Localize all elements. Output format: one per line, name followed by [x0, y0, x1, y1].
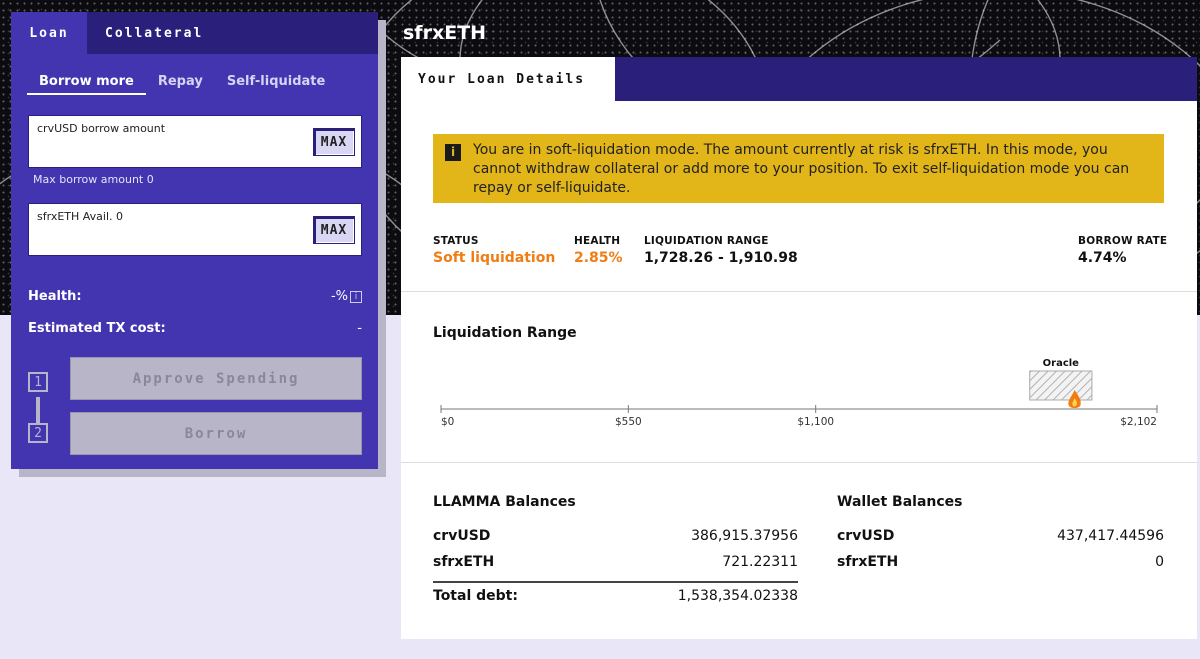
total-debt-label: Total debt: [433, 588, 518, 604]
subtab-self-liquidate[interactable]: Self-liquidate [215, 74, 338, 95]
wallet-sfrxeth-value: 0 [1155, 554, 1164, 570]
borrow-button[interactable]: Borrow [70, 412, 362, 455]
loan-details-card: i You are in soft-liquidation mode. The … [401, 101, 1197, 639]
loan-subtabs: Borrow more Repay Self-liquidate [11, 54, 378, 95]
stat-borrow-rate-label: BORROW RATE [1078, 235, 1168, 247]
wallet-balances-title: Wallet Balances [837, 494, 963, 510]
stat-health: HEALTH 2.85% [574, 235, 623, 266]
wallet-row-sfrxeth: sfrxETH 0 [837, 554, 1164, 570]
borrow-amount-input[interactable]: crvUSD borrow amount MAX [28, 115, 362, 168]
divider [401, 291, 1197, 292]
stat-liq-range-value: 1,728.26 - 1,910.98 [644, 250, 798, 266]
stat-status-value: Soft liquidation [433, 250, 556, 266]
stat-liq-range-label: LIQUIDATION RANGE [644, 235, 769, 247]
liquidation-range-title: Liquidation Range [433, 325, 577, 341]
stat-status-label: STATUS [433, 235, 479, 247]
collateral-amount-label: sfrxETH Avail. 0 [37, 210, 124, 223]
axis-tick-label: $2,102 [1120, 416, 1157, 428]
total-debt-row: Total debt: 1,538,354.02338 [433, 588, 798, 604]
info-icon[interactable]: i [350, 290, 362, 303]
llamma-balances-title: LLAMMA Balances [433, 494, 576, 510]
stat-status: STATUS Soft liquidation [433, 235, 555, 266]
step-1-indicator: 1 [28, 372, 48, 392]
stat-health-label: HEALTH [574, 235, 621, 247]
range-axis-ticks: $0 $550 $1,100 $2,102 [440, 405, 1158, 428]
subtab-repay[interactable]: Repay [146, 74, 215, 95]
stat-health-value: 2.85% [574, 250, 623, 266]
llamma-crvusd-label: crvUSD [433, 528, 491, 544]
llamma-sfrxeth-value: 721.22311 [722, 554, 798, 570]
tab-loan[interactable]: Loan [11, 12, 87, 54]
tab-your-loan-details[interactable]: Your Loan Details [401, 57, 615, 101]
oracle-label: Oracle [1043, 358, 1080, 369]
soft-liquidation-alert: i You are in soft-liquidation mode. The … [433, 134, 1164, 203]
alert-text: You are in soft-liquidation mode. The am… [473, 142, 1130, 196]
stat-liquidation-range: LIQUIDATION RANGE 1,728.26 - 1,910.98 [644, 235, 798, 266]
tx-cost-row: Estimated TX cost: - [28, 321, 362, 336]
subtab-borrow-more[interactable]: Borrow more [27, 74, 146, 95]
health-label: Health: [28, 289, 82, 304]
loan-form-panel: Loan Collateral Borrow more Repay Self-l… [11, 12, 378, 469]
llamma-row-sfrxeth: sfrxETH 721.22311 [433, 554, 798, 570]
borrow-amount-label: crvUSD borrow amount [37, 122, 166, 135]
asset-title: sfrxETH [403, 22, 487, 44]
collateral-amount-input[interactable]: sfrxETH Avail. 0 MAX [28, 203, 362, 256]
divider [401, 462, 1197, 463]
wallet-crvusd-value: 437,417.44596 [1057, 528, 1164, 544]
max-borrow-text: Max borrow amount 0 [33, 173, 154, 186]
wallet-row-crvusd: crvUSD 437,417.44596 [837, 528, 1164, 544]
tx-cost-value: - [357, 321, 362, 336]
approve-spending-button[interactable]: Approve Spending [70, 357, 362, 400]
liquidation-range-chart: Oracle $0 $550 $1,100 $2,102 [440, 358, 1158, 428]
tab-collateral[interactable]: Collateral [87, 12, 220, 54]
total-debt-value: 1,538,354.02338 [677, 588, 798, 604]
axis-tick-label: $1,100 [797, 416, 834, 428]
step-2-indicator: 2 [28, 423, 48, 443]
details-tabbar: Your Loan Details [401, 57, 1197, 101]
borrow-max-button[interactable]: MAX [313, 128, 355, 156]
main-tabs: Loan Collateral [11, 12, 378, 54]
collateral-max-button[interactable]: MAX [313, 216, 355, 244]
stat-borrow-rate-value: 4.74% [1078, 250, 1127, 266]
stat-borrow-rate: BORROW RATE 4.74% [1078, 235, 1167, 266]
health-row: Health: -% i [28, 289, 362, 304]
total-divider [433, 581, 798, 583]
llamma-row-crvusd: crvUSD 386,915.37956 [433, 528, 798, 544]
llamma-crvusd-value: 386,915.37956 [691, 528, 798, 544]
liquidation-range-band [1029, 370, 1093, 401]
wallet-sfrxeth-label: sfrxETH [837, 554, 899, 570]
tx-cost-label: Estimated TX cost: [28, 321, 166, 336]
info-icon: i [445, 144, 461, 161]
axis-tick-label: $0 [441, 416, 454, 428]
axis-tick-label: $550 [615, 416, 642, 428]
llamma-sfrxeth-label: sfrxETH [433, 554, 495, 570]
health-value: -% [330, 289, 348, 304]
step-connector [36, 397, 40, 424]
wallet-crvusd-label: crvUSD [837, 528, 895, 544]
